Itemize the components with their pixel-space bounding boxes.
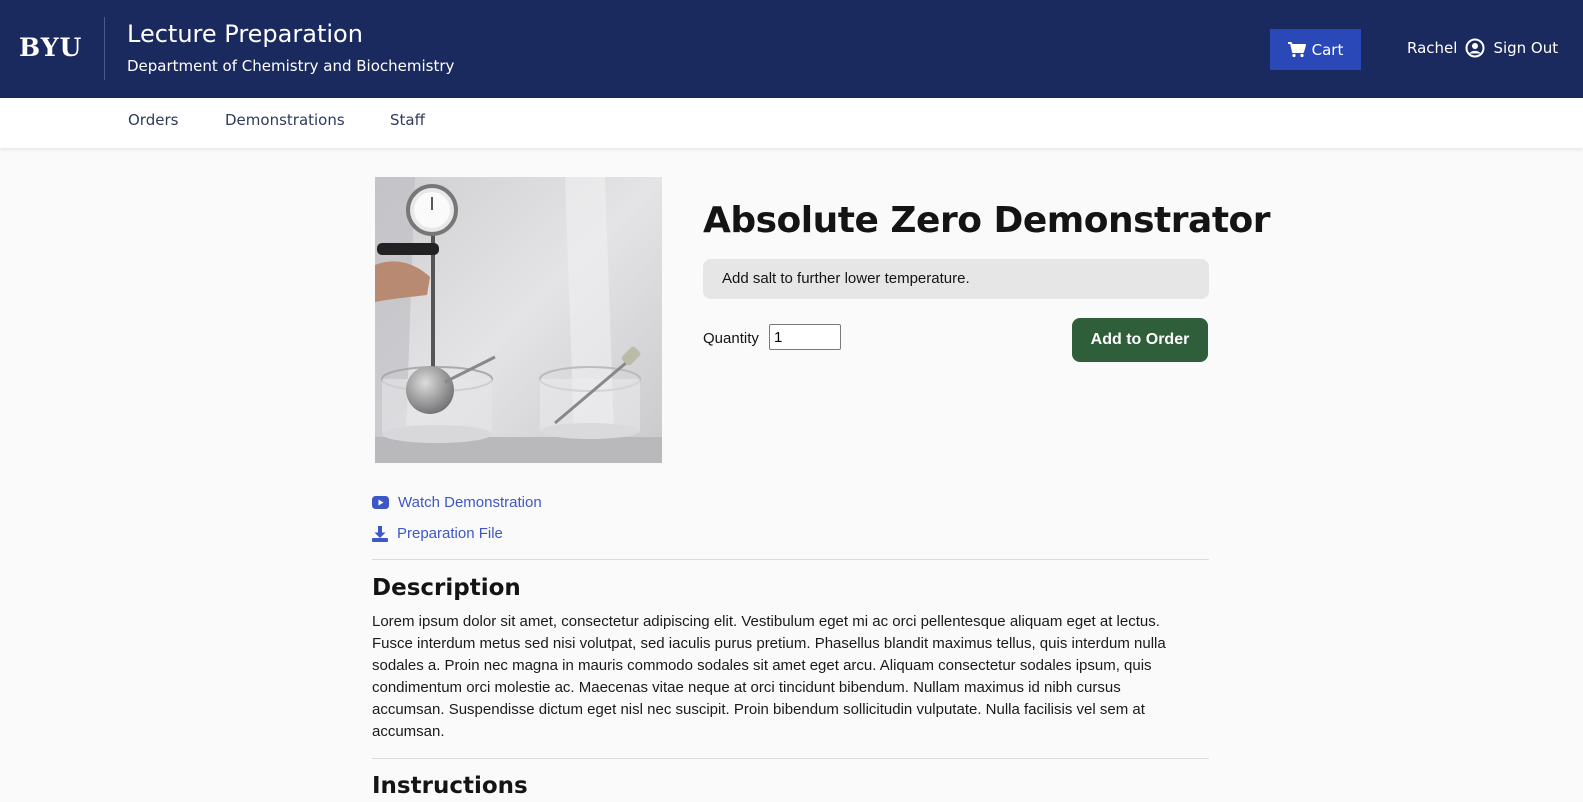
instructions-heading: Instructions <box>372 773 528 799</box>
preparation-file-link[interactable]: Preparation File <box>372 525 503 542</box>
nav-item-staff[interactable]: Staff <box>390 111 425 129</box>
app-subtitle: Department of Chemistry and Biochemistry <box>127 57 455 75</box>
description-heading: Description <box>372 575 521 601</box>
section-divider <box>372 758 1209 759</box>
sign-out-link[interactable]: Sign Out <box>1493 39 1558 57</box>
app-title[interactable]: Lecture Preparation <box>127 20 363 48</box>
cart-label: Cart <box>1311 40 1344 59</box>
main-nav: Orders Demonstrations Staff <box>0 98 1583 148</box>
site-header: BYU Lecture Preparation Department of Ch… <box>0 0 1583 98</box>
download-icon <box>372 525 388 542</box>
nav-item-demonstrations[interactable]: Demonstrations <box>225 111 345 129</box>
user-menu: Rachel Sign Out <box>1407 38 1558 58</box>
add-to-order-button[interactable]: Add to Order <box>1072 318 1208 362</box>
watch-demonstration-label: Watch Demonstration <box>398 494 542 511</box>
quantity-label: Quantity <box>703 330 759 347</box>
youtube-icon <box>372 496 389 509</box>
user-name: Rachel <box>1407 39 1458 57</box>
product-image <box>375 177 662 463</box>
section-divider <box>372 559 1209 560</box>
byu-logo[interactable]: BYU <box>19 33 82 62</box>
preparation-file-label: Preparation File <box>397 525 503 542</box>
quantity-input[interactable] <box>769 324 841 350</box>
user-circle-icon <box>1465 38 1485 58</box>
header-divider <box>104 17 105 80</box>
description-text: Lorem ipsum dolor sit amet, consectetur … <box>372 613 1166 740</box>
watch-demonstration-link[interactable]: Watch Demonstration <box>372 494 542 511</box>
cart-icon <box>1287 41 1306 57</box>
product-note: Add salt to further lower temperature. <box>703 259 1209 299</box>
nav-item-orders[interactable]: Orders <box>128 111 178 129</box>
cart-button[interactable]: Cart <box>1270 29 1361 70</box>
product-title: Absolute Zero Demonstrator <box>703 200 1271 241</box>
